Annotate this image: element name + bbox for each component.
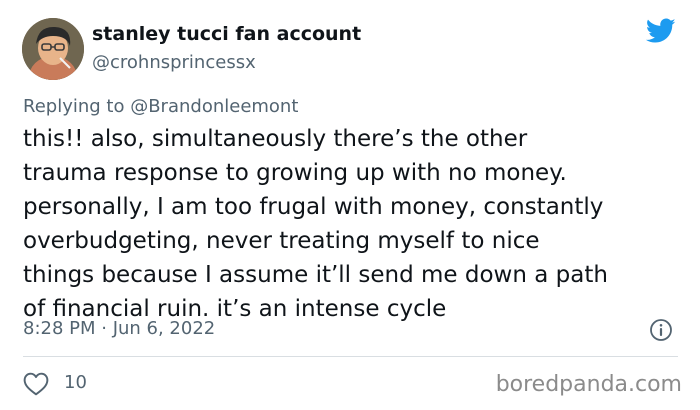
reply-prefix: Replying to: [23, 96, 131, 117]
tweet-text: this!! also, simultaneously there’s the …: [23, 126, 608, 322]
user-handle[interactable]: @crohnsprincessx: [92, 52, 256, 73]
heart-icon[interactable]: [23, 372, 49, 396]
divider: [23, 356, 678, 357]
reply-mention-link[interactable]: @Brandonleemont: [130, 96, 298, 117]
tweet-timestamp[interactable]: 8:28 PM · Jun 6, 2022: [23, 318, 215, 339]
watermark: boredpanda.com: [495, 372, 682, 397]
twitter-bird-icon[interactable]: [646, 18, 676, 44]
display-name[interactable]: stanley tucci fan account: [92, 23, 361, 45]
reply-context: Replying to @Brandonleemont: [23, 96, 298, 117]
like-count: 10: [64, 372, 87, 393]
info-icon[interactable]: [649, 318, 673, 342]
avatar[interactable]: [22, 18, 84, 80]
avatar-image: [22, 18, 84, 80]
